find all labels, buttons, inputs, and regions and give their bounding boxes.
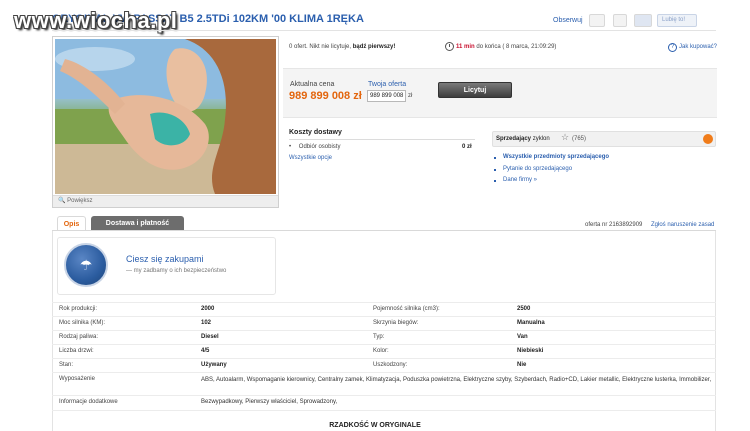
param-value: 102 bbox=[201, 320, 212, 326]
time-left-value: 11 min bbox=[456, 44, 475, 50]
param-value: Nie bbox=[517, 362, 527, 368]
title-divider bbox=[52, 30, 716, 31]
photo-illustration bbox=[55, 39, 276, 194]
param-value: 2500 bbox=[517, 306, 531, 312]
tab-delivery[interactable]: Dostawa i płatność bbox=[91, 216, 184, 231]
equipment-value: ABS, Autoalarm, Wspomaganie kierownicy, … bbox=[201, 377, 712, 383]
params-divider bbox=[52, 410, 716, 411]
clock-icon bbox=[445, 42, 454, 51]
email-share-icon[interactable] bbox=[589, 14, 605, 27]
report-link[interactable]: Zgłoś naruszenie zasad bbox=[651, 222, 714, 228]
param-value: Diesel bbox=[201, 334, 219, 340]
param-label: Liczba drzwi: bbox=[59, 348, 94, 354]
param-label: Rok produkcji: bbox=[59, 306, 98, 312]
time-left-suffix: do końca bbox=[476, 44, 501, 50]
star-icon: ☆ bbox=[561, 132, 570, 142]
seller-name[interactable]: zyklon bbox=[533, 136, 550, 142]
description-heading: RZADKOŚĆ W ORYGINALE bbox=[329, 422, 421, 429]
safe-shopping-badge: ☂ bbox=[64, 243, 108, 287]
params-divider bbox=[52, 316, 716, 317]
help-icon[interactable]: ? bbox=[668, 43, 677, 52]
seller-all-items-link[interactable]: Wszystkie przedmioty sprzedającego bbox=[503, 154, 609, 160]
bid-status-text: 0 ofert. Nikt nie licytuje, bbox=[289, 44, 352, 50]
param-label: Stan: bbox=[59, 362, 74, 368]
zoom-label: Powiększ bbox=[67, 198, 93, 204]
offer-currency: zł bbox=[408, 93, 413, 99]
twitter-share-icon[interactable] bbox=[613, 14, 627, 27]
main-photo[interactable] bbox=[55, 39, 276, 194]
params-divider bbox=[52, 372, 716, 373]
umbrella-icon: ☂ bbox=[79, 257, 93, 273]
like-button[interactable]: Lubię to! bbox=[657, 14, 697, 27]
param-value: Niebieski bbox=[517, 348, 544, 354]
all-shipping-options-link[interactable]: Wszystkie opcje bbox=[289, 155, 332, 161]
param-value: 2000 bbox=[201, 306, 215, 312]
param-label: Typ: bbox=[373, 334, 385, 340]
bid-status-cta: bądź pierwszy! bbox=[352, 44, 396, 50]
shipping-option-label: Odbiór osobisty bbox=[298, 144, 341, 150]
bid-status: 0 ofert. Nikt nie licytuje, bądź pierwsz… bbox=[289, 44, 395, 50]
seller-title: Sprzedający zyklon bbox=[496, 136, 550, 142]
shipping-divider bbox=[289, 139, 475, 140]
how-to-buy-link[interactable]: Jak kupować? bbox=[679, 44, 717, 50]
params-divider bbox=[52, 358, 716, 359]
your-offer-link[interactable]: Twoja oferta bbox=[368, 81, 406, 88]
shipping-title: Koszty dostawy bbox=[289, 129, 342, 136]
time-left: 11 min do końca ( 8 marca, 21:09:29) bbox=[456, 44, 556, 50]
param-value: Używany bbox=[201, 362, 227, 368]
seller-status-icon[interactable] bbox=[703, 134, 713, 144]
param-label: Pojemność silnika (cm3): bbox=[373, 306, 440, 312]
params-divider bbox=[52, 330, 716, 331]
param-value: Manualna bbox=[517, 320, 545, 326]
extra-info-value: Bezwypadkowy, Pierwszy właściciel, Sprow… bbox=[201, 399, 338, 405]
current-price-label: Aktualna cena bbox=[290, 81, 335, 88]
equipment-label: Wyposażenie bbox=[59, 376, 95, 382]
param-label: Skrzynia biegów: bbox=[373, 320, 419, 326]
param-label: Uszkodzony: bbox=[373, 362, 408, 368]
param-label: Rodzaj paliwa: bbox=[59, 334, 99, 340]
gplus-share-icon[interactable] bbox=[634, 14, 652, 27]
offer-input[interactable]: 989 899 008 bbox=[367, 90, 406, 102]
extra-info-label: Informacje dodatkowe bbox=[59, 399, 118, 405]
photo-frame[interactable]: 🔍 Powiększ bbox=[52, 36, 279, 208]
observe-link[interactable]: Obserwuj bbox=[553, 17, 583, 24]
params-divider bbox=[52, 395, 716, 396]
current-price: 989 899 008 zł bbox=[289, 90, 362, 102]
param-value: 4/5 bbox=[201, 348, 210, 354]
shipping-option-price: 0 zł bbox=[462, 144, 472, 150]
zoom-button[interactable]: 🔍 Powiększ bbox=[53, 195, 278, 207]
company-data-link[interactable]: Dane firmy » bbox=[503, 177, 537, 183]
bullet-icon bbox=[494, 157, 496, 159]
seller-rating-count[interactable]: (765) bbox=[572, 136, 586, 142]
bullet-icon: • bbox=[289, 144, 292, 150]
shipping-option: • Odbiór osobisty bbox=[289, 144, 340, 150]
bullet-icon bbox=[494, 169, 496, 171]
tab-description[interactable]: Opis bbox=[57, 216, 86, 231]
offer-number: oferta nr 2163892909 bbox=[585, 222, 643, 228]
params-divider bbox=[52, 344, 716, 345]
ask-seller-link[interactable]: Pytanie do sprzedającego bbox=[503, 166, 572, 172]
param-label: Moc silnika (KM): bbox=[59, 320, 106, 326]
end-date: ( 8 marca, 21:09:29) bbox=[502, 44, 557, 50]
magnifier-icon: 🔍 bbox=[58, 198, 66, 204]
param-value: Van bbox=[517, 334, 528, 340]
bid-button[interactable]: Licytuj bbox=[438, 82, 512, 98]
safe-shopping-title: Ciesz się zakupami bbox=[126, 254, 204, 264]
param-label: Kolor: bbox=[373, 348, 389, 354]
seller-title-label: Sprzedający bbox=[496, 136, 532, 142]
safe-shopping-subtitle: — my zadbamy o ich bezpieczeństwo bbox=[126, 268, 227, 274]
params-divider bbox=[52, 302, 716, 303]
bullet-icon bbox=[494, 180, 496, 182]
